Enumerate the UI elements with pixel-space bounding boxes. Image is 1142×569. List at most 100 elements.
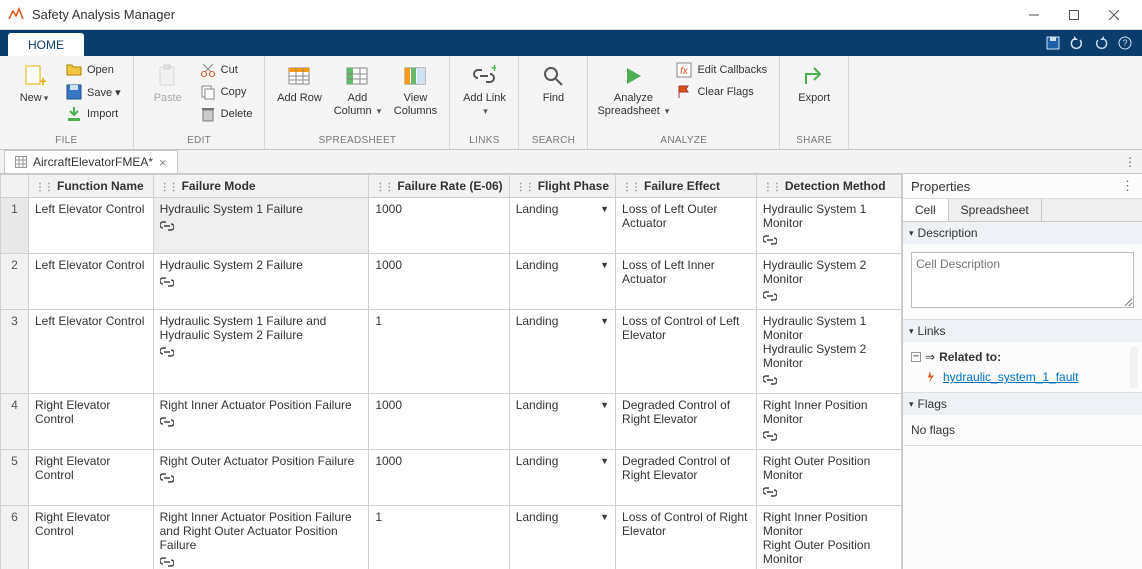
add-link-button[interactable]: + Add Link ▾: [456, 58, 512, 117]
dropdown-caret-icon[interactable]: ▼: [600, 260, 609, 270]
cell-failure-rate[interactable]: 1000: [369, 198, 509, 254]
window-close-button[interactable]: [1094, 0, 1134, 30]
cell-failure-effect[interactable]: Degraded Control of Right Elevator: [616, 394, 757, 450]
qat-help-icon[interactable]: ?: [1116, 34, 1134, 52]
copy-icon: [200, 84, 216, 100]
export-button[interactable]: Export: [786, 58, 842, 105]
column-header[interactable]: ⋮⋮Flight Phase: [509, 175, 615, 198]
column-header[interactable]: ⋮⋮Failure Mode: [153, 175, 369, 198]
cell-failure-mode[interactable]: Right Outer Actuator Position Failure: [153, 450, 369, 506]
new-button[interactable]: + New▾: [6, 58, 62, 105]
dropdown-caret-icon[interactable]: ▼: [600, 456, 609, 466]
cell-failure-mode[interactable]: Hydraulic System 1 Failure and Hydraulic…: [153, 310, 369, 394]
row-number[interactable]: 6: [1, 506, 29, 569]
section-header-links[interactable]: ▾Links: [903, 320, 1142, 342]
window-minimize-button[interactable]: [1014, 0, 1054, 30]
link-icon: [160, 220, 174, 232]
cell-failure-effect[interactable]: Degraded Control of Right Elevator: [616, 450, 757, 506]
table-corner[interactable]: [1, 175, 29, 198]
grip-icon: ⋮⋮: [160, 182, 178, 193]
properties-tab-cell[interactable]: Cell: [903, 199, 949, 221]
cell-detection-method[interactable]: Right Inner Position MonitorRight Outer …: [756, 506, 901, 569]
copy-button[interactable]: Copy: [198, 82, 259, 102]
cell-detection-method[interactable]: Hydraulic System 1 Monitor: [756, 198, 901, 254]
cut-button[interactable]: Cut: [198, 60, 259, 80]
row-number[interactable]: 4: [1, 394, 29, 450]
dropdown-caret-icon[interactable]: ▼: [600, 316, 609, 326]
cell-detection-method[interactable]: Right Inner Position Monitor: [756, 394, 901, 450]
dropdown-caret-icon: ▾: [377, 106, 382, 116]
cell-failure-mode[interactable]: Right Inner Actuator Position Failure an…: [153, 506, 369, 569]
cell-detection-method[interactable]: Hydraulic System 1 MonitorHydraulic Syst…: [756, 310, 901, 394]
cell-flight-phase[interactable]: Landing▼: [509, 450, 615, 506]
save-button[interactable]: Save ▾: [64, 82, 127, 102]
link-target[interactable]: hydraulic_system_1_fault: [943, 370, 1078, 384]
cell-failure-mode[interactable]: Right Inner Actuator Position Failure: [153, 394, 369, 450]
cell-failure-effect[interactable]: Loss of Control of Right Elevator: [616, 506, 757, 569]
section-header-description[interactable]: ▾Description: [903, 222, 1142, 244]
property-section-flags: ▾Flags No flags: [903, 393, 1142, 446]
cell-failure-effect[interactable]: Loss of Left Inner Actuator: [616, 254, 757, 310]
dropdown-caret-icon[interactable]: ▼: [600, 400, 609, 410]
column-header[interactable]: ⋮⋮Function Name: [29, 175, 154, 198]
cell-failure-mode[interactable]: Hydraulic System 2 Failure: [153, 254, 369, 310]
cell-function[interactable]: Right Elevator Control: [29, 506, 154, 569]
properties-tab-spreadsheet[interactable]: Spreadsheet: [949, 199, 1042, 221]
dropdown-caret-icon[interactable]: ▼: [600, 204, 609, 214]
qat-save-icon[interactable]: [1044, 34, 1062, 52]
column-header[interactable]: ⋮⋮Detection Method: [756, 175, 901, 198]
qat-redo-icon[interactable]: [1092, 34, 1110, 52]
window-maximize-button[interactable]: [1054, 0, 1094, 30]
column-header[interactable]: ⋮⋮Failure Effect: [616, 175, 757, 198]
cell-failure-rate[interactable]: 1000: [369, 394, 509, 450]
tab-bar-overflow[interactable]: ⋮: [1118, 155, 1142, 169]
cell-flight-phase[interactable]: Landing▼: [509, 310, 615, 394]
row-number[interactable]: 3: [1, 310, 29, 394]
tab-close-button[interactable]: ×: [159, 155, 167, 170]
cell-flight-phase[interactable]: Landing▼: [509, 254, 615, 310]
ribbon-group-analyze: Analyze Spreadsheet ▾ fxEdit Callbacks C…: [588, 56, 780, 149]
add-row-button[interactable]: Add Row: [271, 58, 327, 105]
cell-failure-rate[interactable]: 1000: [369, 450, 509, 506]
cell-failure-mode[interactable]: Hydraulic System 1 Failure: [153, 198, 369, 254]
spreadsheet-table[interactable]: ⋮⋮Function Name ⋮⋮Failure Mode ⋮⋮Failure…: [0, 174, 902, 569]
cell-flight-phase[interactable]: Landing▼: [509, 198, 615, 254]
ribbon-tab-home[interactable]: HOME: [8, 33, 84, 56]
cell-function[interactable]: Right Elevator Control: [29, 450, 154, 506]
dropdown-caret-icon[interactable]: ▼: [600, 512, 609, 522]
document-tab[interactable]: AircraftElevatorFMEA* ×: [4, 150, 178, 173]
cell-failure-effect[interactable]: Loss of Control of Left Elevator: [616, 310, 757, 394]
tree-collapse-icon[interactable]: −: [911, 352, 921, 362]
paste-button[interactable]: Paste: [140, 58, 196, 105]
cell-failure-rate[interactable]: 1000: [369, 254, 509, 310]
qat-undo-icon[interactable]: [1068, 34, 1086, 52]
open-button[interactable]: Open: [64, 60, 127, 80]
view-columns-button[interactable]: View Columns: [387, 58, 443, 117]
row-number[interactable]: 1: [1, 198, 29, 254]
find-button[interactable]: Find: [525, 58, 581, 105]
cell-function[interactable]: Left Elevator Control: [29, 310, 154, 394]
edit-callbacks-button[interactable]: fxEdit Callbacks: [674, 60, 773, 80]
properties-menu-button[interactable]: ⋮: [1121, 178, 1134, 194]
cell-flight-phase[interactable]: Landing▼: [509, 506, 615, 569]
cell-function[interactable]: Left Elevator Control: [29, 254, 154, 310]
cell-detection-method[interactable]: Right Outer Position Monitor: [756, 450, 901, 506]
cell-function[interactable]: Right Elevator Control: [29, 394, 154, 450]
row-number[interactable]: 5: [1, 450, 29, 506]
clear-flags-button[interactable]: Clear Flags: [674, 82, 773, 102]
cell-function[interactable]: Left Elevator Control: [29, 198, 154, 254]
import-button[interactable]: Import: [64, 104, 127, 124]
delete-button[interactable]: Delete: [198, 104, 259, 124]
column-header[interactable]: ⋮⋮Failure Rate (E-06): [369, 175, 509, 198]
add-column-button[interactable]: Add Column ▾: [329, 58, 385, 117]
row-number[interactable]: 2: [1, 254, 29, 310]
cell-flight-phase[interactable]: Landing▼: [509, 394, 615, 450]
cell-failure-effect[interactable]: Loss of Left Outer Actuator: [616, 198, 757, 254]
analyze-spreadsheet-button[interactable]: Analyze Spreadsheet ▾: [594, 58, 672, 117]
section-header-flags[interactable]: ▾Flags: [903, 393, 1142, 415]
cell-failure-rate[interactable]: 1: [369, 506, 509, 569]
cell-detection-method[interactable]: Hydraulic System 2 Monitor: [756, 254, 901, 310]
properties-pane: Properties ⋮ Cell Spreadsheet ▾Descripti…: [902, 174, 1142, 569]
cell-description-input[interactable]: [911, 252, 1134, 308]
cell-failure-rate[interactable]: 1: [369, 310, 509, 394]
